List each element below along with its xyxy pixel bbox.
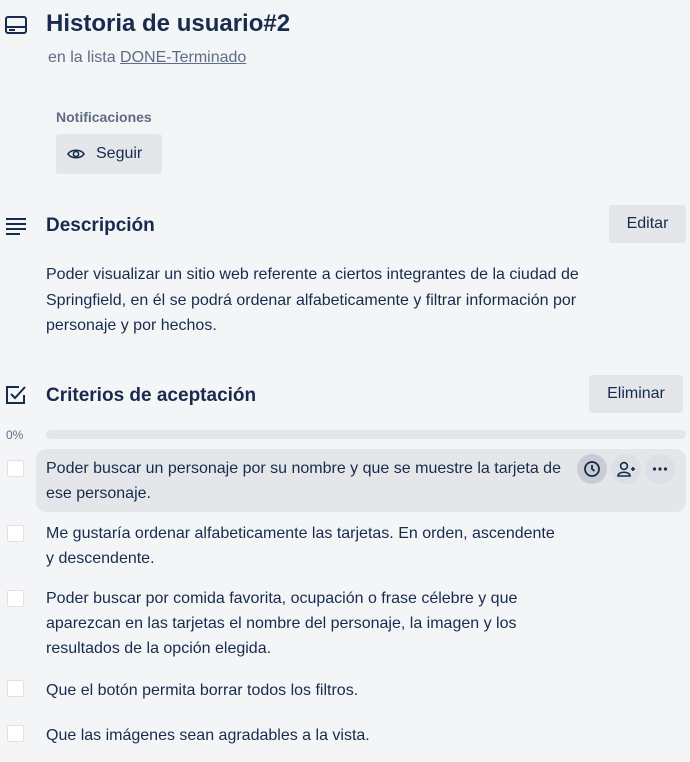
clock-icon (583, 460, 601, 478)
checklist-item-checkbox[interactable] (7, 525, 24, 542)
checklist-title[interactable]: Criterios de aceptación (46, 384, 256, 408)
list-link[interactable]: DONE-Terminado (120, 49, 246, 66)
progress-percentage: 0% (6, 428, 24, 442)
checklist-item-checkbox[interactable] (7, 590, 24, 607)
progress-bar (46, 430, 686, 439)
checklist-item-text[interactable]: Que las imágenes sean agradables a la vi… (46, 723, 566, 748)
eye-icon (66, 144, 86, 164)
in-list-prefix: en la lista (48, 49, 121, 66)
checklist-item-text[interactable]: Me gustaría ordenar alfabeticamente las … (46, 521, 566, 571)
add-member-icon (616, 460, 636, 478)
edit-button[interactable]: Editar (609, 205, 686, 243)
card-icon (4, 13, 28, 37)
description-text[interactable]: Poder visualizar un sitio web referente … (46, 262, 646, 339)
checklist-item-text[interactable]: Poder buscar por comida favorita, ocupac… (46, 586, 566, 661)
due-date-button[interactable] (577, 454, 607, 484)
more-icon (651, 460, 669, 478)
checklist-item-checkbox[interactable] (7, 680, 24, 697)
checklist-icon (4, 383, 28, 407)
more-options-button[interactable] (645, 454, 675, 484)
in-list-text: en la lista DONE-Terminado (48, 48, 246, 68)
description-icon (4, 214, 28, 238)
checklist-item-text[interactable]: Que el botón permita borrar todos los fi… (46, 678, 566, 703)
delete-checklist-button[interactable]: Eliminar (589, 375, 683, 413)
follow-label: Seguir (96, 145, 143, 162)
notifications-label: Notificaciones (56, 109, 152, 125)
description-title: Descripción (46, 215, 155, 236)
assign-member-button[interactable] (611, 454, 641, 484)
checklist-item-checkbox[interactable] (7, 725, 24, 742)
checklist-item-checkbox[interactable] (7, 460, 24, 477)
checklist-item-text[interactable]: Poder buscar un personaje por su nombre … (46, 456, 566, 506)
card-title[interactable]: Historia de usuario#2 (46, 8, 290, 40)
follow-button[interactable]: Seguir (56, 134, 162, 174)
